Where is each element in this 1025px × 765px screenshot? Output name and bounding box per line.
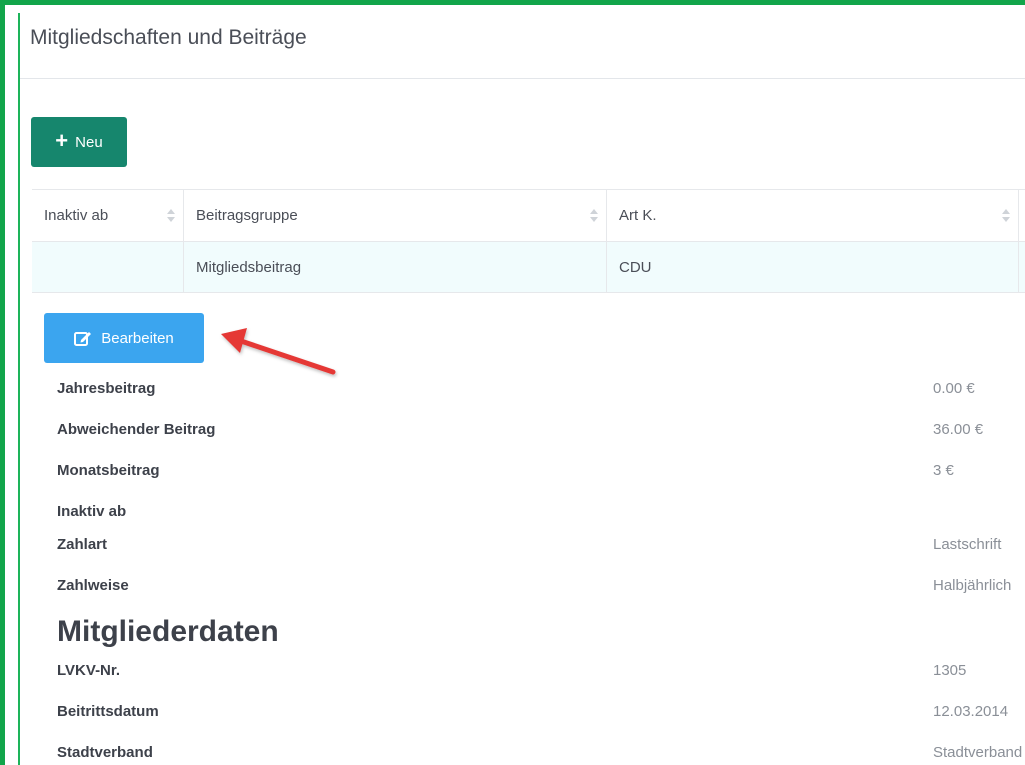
- sort-icon: [1002, 208, 1010, 224]
- detail-row-zahlart: Zahlart Lastschrift: [57, 536, 1025, 558]
- detail-value: 0.00 €: [933, 380, 975, 397]
- detail-value: Lastschrift: [933, 536, 1002, 553]
- detail-row-inaktiv-ab: Inaktiv ab: [57, 503, 1025, 525]
- column-header-extra[interactable]: [1019, 190, 1025, 241]
- detail-row-monatsbeitrag: Monatsbeitrag 3 €: [57, 462, 1025, 484]
- detail-row-lvkv-nr: LVKV-Nr. 1305: [57, 662, 1025, 684]
- detail-row-beitrittsdatum: Beitrittsdatum 12.03.2014: [57, 703, 1025, 725]
- table-cell-inaktiv-ab: [32, 242, 184, 292]
- detail-value: 36.00 €: [933, 421, 984, 438]
- column-header-label: Beitragsgruppe: [196, 207, 298, 224]
- frame-rule: [18, 13, 20, 765]
- edit-button[interactable]: Bearbeiten: [44, 313, 204, 363]
- detail-label: Zahlweise: [57, 577, 129, 594]
- plus-icon: +: [55, 128, 69, 153]
- detail-value: 3 €: [933, 462, 954, 479]
- table-cell-extra: [1019, 242, 1025, 292]
- new-button[interactable]: + Neu: [31, 117, 127, 167]
- column-header-inaktiv-ab[interactable]: Inaktiv ab: [32, 190, 184, 241]
- column-header-label: Art K.: [619, 207, 657, 224]
- table-row[interactable]: Mitgliedsbeitrag CDU: [32, 242, 1025, 293]
- new-button-label: Neu: [75, 133, 103, 151]
- detail-label: Inaktiv ab: [57, 503, 127, 520]
- detail-label: Stadtverband: [57, 744, 153, 761]
- table-header: Inaktiv ab Beitragsgruppe Art K.: [32, 189, 1025, 242]
- detail-label: Zahlart: [57, 536, 108, 553]
- column-header-beitragsgruppe[interactable]: Beitragsgruppe: [184, 190, 607, 241]
- section-title: Mitgliederdaten: [57, 615, 279, 648]
- title-divider: [20, 78, 1025, 79]
- detail-label: LVKV-Nr.: [57, 662, 121, 679]
- panel-title: Mitgliedschaften und Beiträge: [30, 26, 307, 49]
- browser-frame: Mitgliedschaften und Beiträge + Neu Inak…: [0, 0, 1025, 765]
- detail-row-zahlweise: Zahlweise Halbjährlich: [57, 577, 1025, 599]
- edit-icon: [74, 331, 92, 346]
- detail-label: Monatsbeitrag: [57, 462, 160, 479]
- sort-icon: [167, 208, 175, 224]
- table-cell-beitragsgruppe: Mitgliedsbeitrag: [184, 242, 607, 292]
- detail-value: Halbjährlich: [933, 577, 1012, 594]
- detail-value: 1305: [933, 662, 967, 679]
- detail-label: Beitrittsdatum: [57, 703, 159, 720]
- annotation-arrow: [221, 328, 336, 375]
- column-header-label: Inaktiv ab: [44, 207, 109, 224]
- column-header-art-k[interactable]: Art K.: [607, 190, 1019, 241]
- edit-button-label: Bearbeiten: [101, 329, 174, 347]
- table-cell-art-k: CDU: [607, 242, 1019, 292]
- detail-row-stadtverband: Stadtverband Stadtverband: [57, 744, 1025, 765]
- sort-icon: [590, 208, 598, 224]
- detail-value: Stadtverband: [933, 744, 1023, 761]
- detail-label: Jahresbeitrag: [57, 380, 156, 397]
- detail-value: 12.03.2014: [933, 703, 1009, 720]
- detail-row-jahresbeitrag: Jahresbeitrag 0.00 €: [57, 380, 1025, 402]
- detail-label: Abweichender Beitrag: [57, 421, 216, 438]
- detail-row-abweichender-beitrag: Abweichender Beitrag 36.00 €: [57, 421, 1025, 443]
